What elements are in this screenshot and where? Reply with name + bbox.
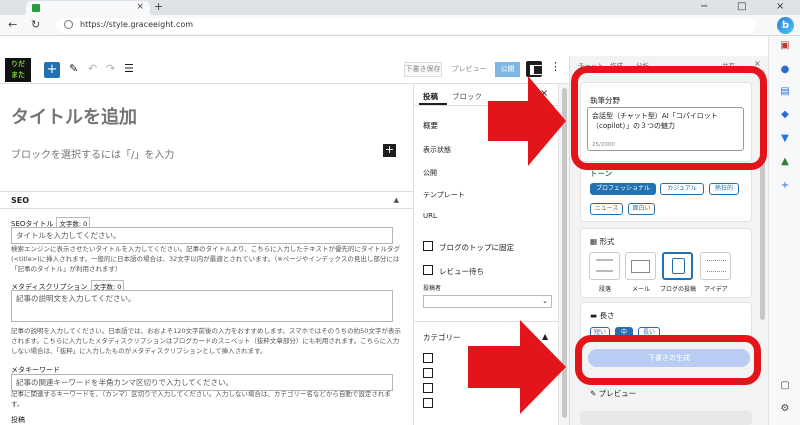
pending-checkbox[interactable] — [423, 265, 433, 275]
maximize-button[interactable]: □ — [737, 1, 746, 12]
address-bar-row: ← ↻ https://style.graceeight.com b — [0, 15, 800, 36]
outlook-icon[interactable]: ▤ — [779, 86, 791, 98]
shopping-icon[interactable]: ▼ — [779, 133, 791, 145]
toolbox-icon[interactable]: ▣ — [779, 40, 791, 52]
red-arrow-icon — [488, 76, 566, 166]
highlight-ring-generate — [575, 335, 761, 385]
site-favicon-icon — [32, 4, 40, 12]
author-label: 投稿者 — [423, 285, 442, 292]
reload-button[interactable]: ↻ — [31, 18, 40, 31]
template-label: テンプレート — [423, 191, 465, 199]
category-checkbox[interactable] — [423, 368, 433, 378]
visibility-label: 表示状態 — [423, 146, 451, 154]
category-checkbox[interactable] — [423, 353, 433, 363]
tone-enthusiastic-button[interactable]: 熱狂的 — [709, 183, 739, 195]
back-button[interactable]: ← — [8, 18, 17, 31]
options-menu-icon[interactable]: ⋮ — [550, 60, 561, 73]
format-paragraph-label: 段落 — [598, 286, 611, 293]
post-title-input[interactable]: タイトルを追加 — [11, 103, 137, 129]
add-icon[interactable]: + — [779, 180, 791, 192]
active-tab-indicator — [419, 103, 447, 105]
url-text: https://style.graceeight.com — [80, 20, 194, 29]
paragraph-icon — [596, 259, 613, 272]
tone-news-button[interactable]: ニュース — [590, 203, 623, 215]
tab-post[interactable]: 投稿 — [423, 91, 438, 102]
tone-professional-button[interactable]: プロフェッショナル — [590, 183, 656, 195]
format-paragraph-button[interactable] — [589, 252, 620, 280]
publish-label: 公開 — [423, 169, 437, 177]
category-checkbox[interactable] — [423, 383, 433, 393]
mail-icon — [631, 260, 650, 273]
format-idea-button[interactable] — [700, 252, 731, 280]
seo-panel-header[interactable]: SEO ▲ — [0, 191, 413, 209]
format-email-button[interactable] — [625, 252, 656, 280]
minimize-button[interactable]: − — [700, 1, 708, 12]
url-label: URL — [423, 212, 437, 220]
pending-label: レビュー待ち — [439, 267, 484, 276]
meta-description-help: 記事の説明を入力してください。日本語では、おおよそ120文字前後の入力をおすすめ… — [11, 327, 401, 355]
preview-button[interactable]: プレビュー — [447, 62, 491, 77]
tone-funny-button[interactable]: 面白い — [628, 203, 655, 215]
length-label: ▬ 長さ — [590, 311, 615, 320]
red-arrow-icon — [468, 320, 566, 414]
editor-toolbar: りだ また + ✎ ↶ ↷ ☰ 下書き保存 プレビュー 公開 ⋮ — [0, 56, 569, 84]
author-select[interactable]: ⌄ — [423, 295, 552, 308]
format-label: ▦ 形式 — [590, 237, 615, 246]
browser-tab[interactable]: × — [26, 1, 150, 15]
format-email-label: メール — [631, 286, 650, 293]
redo-icon[interactable]: ↷ — [106, 62, 115, 75]
new-tab-button[interactable]: + — [154, 0, 163, 13]
block-placeholder[interactable]: ブロックを選択するには「/」を入力 — [11, 146, 174, 161]
tone-casual-button[interactable]: カジュアル — [660, 183, 704, 195]
summary-heading[interactable]: 概要 — [423, 120, 438, 131]
copilot-icon[interactable]: b — [777, 17, 794, 34]
category-heading[interactable]: カテゴリー — [423, 332, 461, 343]
document-overview-icon[interactable]: ☰ — [124, 62, 134, 75]
site-info-icon[interactable] — [64, 20, 73, 29]
editor-canvas: タイトルを追加 ブロックを選択するには「/」を入力 + SEO ▲ SEO タイト… — [0, 84, 413, 425]
office-icon[interactable]: ◆ — [779, 109, 791, 121]
gear-icon[interactable]: ⚙ — [779, 403, 791, 415]
collapse-caret-icon[interactable]: ▲ — [394, 196, 399, 204]
block-inserter-button[interactable]: + — [44, 62, 60, 78]
tree-icon[interactable]: ▲ — [779, 156, 791, 168]
add-block-button[interactable]: + — [383, 144, 396, 157]
meta-description-input[interactable]: 記事の説明文を入力してください。 — [11, 290, 393, 322]
undo-icon[interactable]: ↶ — [88, 62, 97, 75]
close-tab-icon[interactable]: × — [136, 2, 144, 12]
tab-block[interactable]: ブロック — [452, 91, 482, 102]
save-draft-button[interactable]: 下書き保存 — [404, 62, 442, 77]
format-blog-button[interactable] — [662, 252, 693, 280]
edit-tool-icon[interactable]: ✎ — [69, 62, 78, 75]
profile-icon[interactable]: ● — [779, 64, 791, 76]
meta-keyword-help: 記事に関連するキーワードを、（カンマ）区切りで入力してください。入力しない場合は… — [11, 390, 391, 408]
publish-button[interactable]: 公開 — [495, 62, 520, 77]
site-logo[interactable]: りだ また — [5, 58, 31, 82]
chevron-down-icon: ⌄ — [542, 297, 548, 305]
settings-toggle-icon[interactable] — [526, 61, 543, 77]
preview-area — [580, 411, 752, 425]
browser-side-bar: ▣ ● ▤ ◆ ▼ ▲ + ▢ ⚙ — [768, 36, 800, 425]
seo-heading: SEO — [11, 196, 30, 205]
seo-title-input[interactable]: タイトルを入力してください。 — [11, 227, 393, 244]
post-footer-label: 投稿 — [11, 416, 25, 424]
category-checkbox[interactable] — [423, 398, 433, 408]
preview-label: ✎ プレビュー — [590, 389, 637, 398]
url-field[interactable]: https://style.graceeight.com — [56, 18, 756, 33]
list-icon — [707, 260, 726, 272]
highlight-ring-topic — [571, 66, 767, 170]
document-icon — [672, 258, 685, 274]
sticky-checkbox[interactable] — [423, 241, 433, 251]
seo-title-description: 検索エンジンに表示させたいタイトルを入力してください。記事のタイトルより、こちら… — [11, 245, 401, 273]
format-idea-label: アイデア — [704, 286, 728, 293]
close-window-button[interactable]: × — [776, 1, 784, 12]
format-blog-label: ブログの投稿 — [659, 286, 696, 293]
split-screen-icon[interactable]: ▢ — [779, 380, 791, 392]
sticky-label: ブログのトップに固定 — [439, 243, 514, 252]
browser-tab-strip: × + − □ × — [0, 0, 800, 15]
